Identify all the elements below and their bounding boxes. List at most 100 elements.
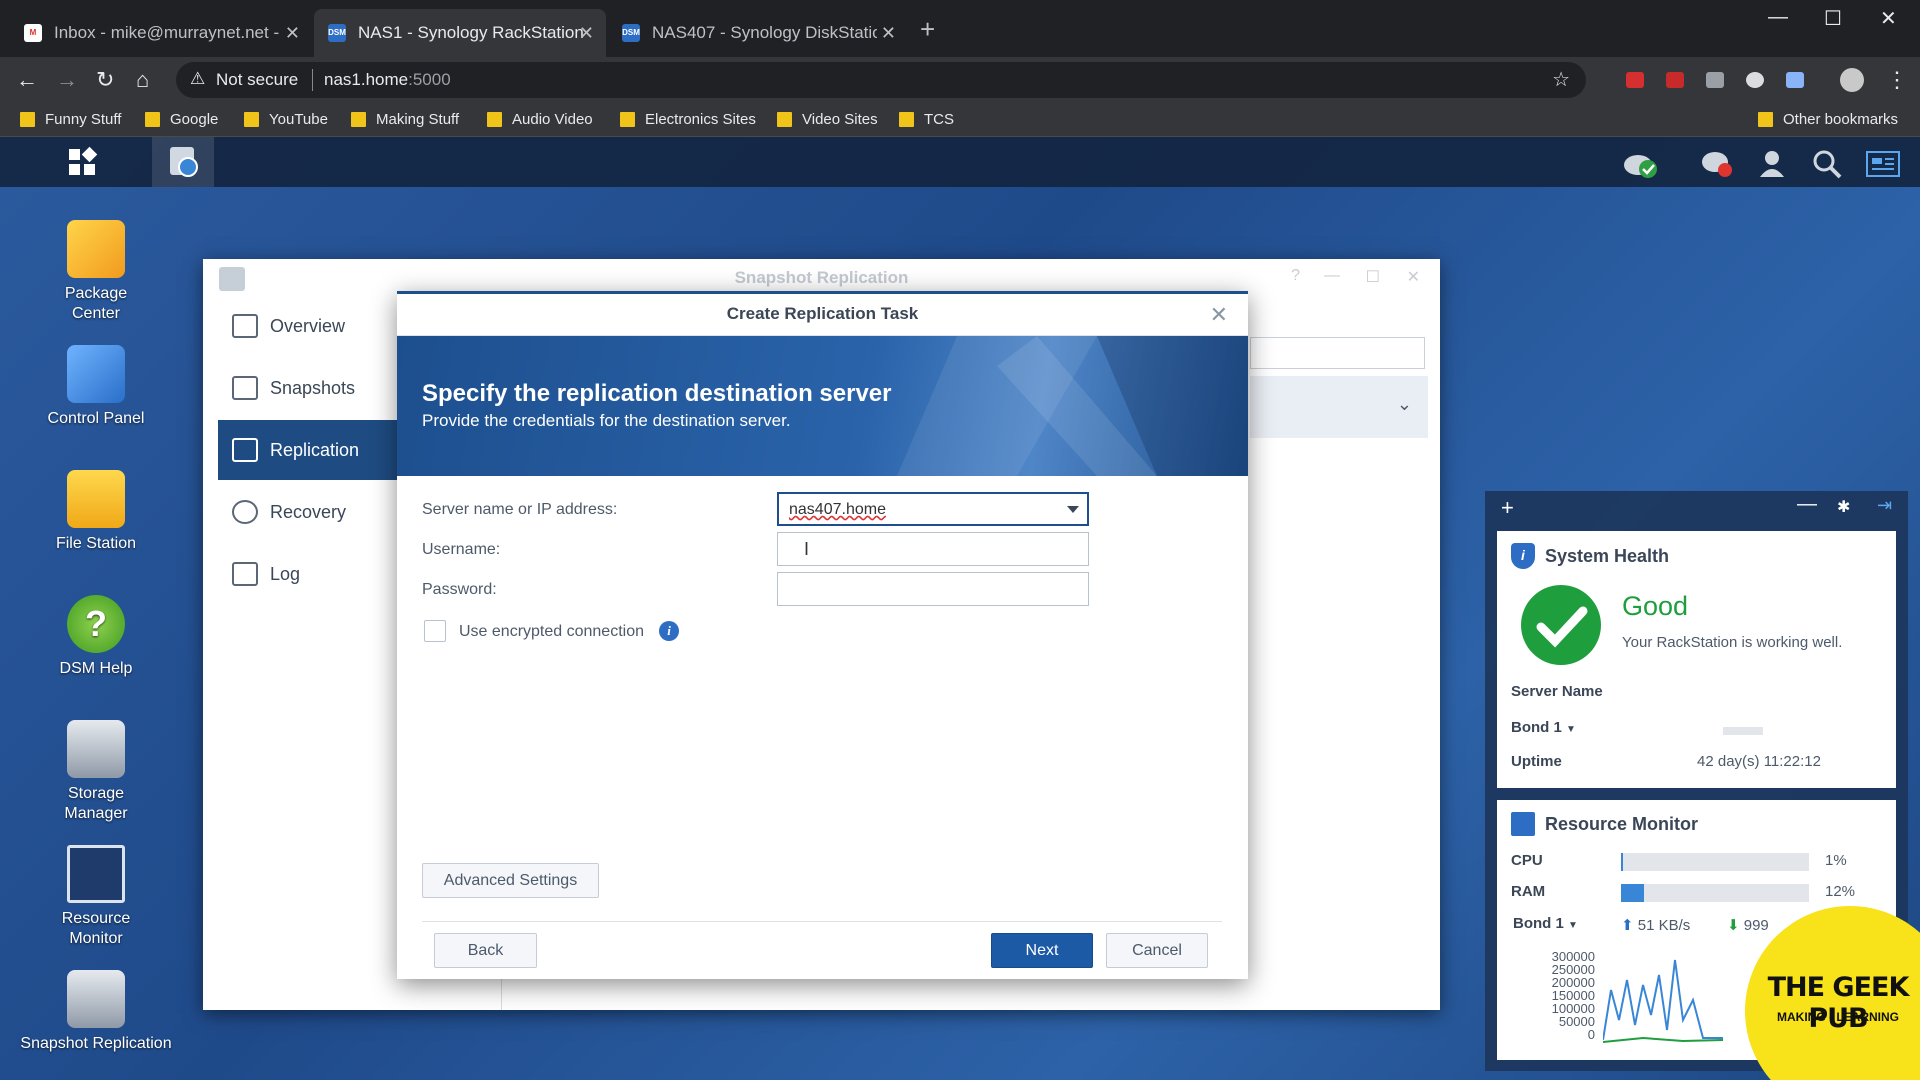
bookmark-label: Electronics Sites [645, 111, 756, 128]
next-button[interactable]: Next [991, 933, 1093, 968]
maximize-icon[interactable]: ☐ [1366, 267, 1380, 287]
url-text[interactable]: nas1.home:5000 [324, 70, 451, 90]
info-icon[interactable]: i [659, 621, 679, 641]
icon-label: Resource [61, 910, 131, 927]
close-tab-icon[interactable]: ✕ [285, 23, 300, 44]
menu-icon[interactable]: ⋮ [1886, 67, 1908, 93]
pin-icon[interactable]: ✱ [1837, 497, 1850, 517]
close-tab-icon[interactable]: ✕ [881, 23, 896, 44]
desktop-icon-resource-monitor[interactable]: Resource Monitor [8, 845, 184, 949]
profile-avatar[interactable] [1840, 68, 1864, 92]
lastpass-icon[interactable] [1666, 72, 1684, 88]
cancel-button[interactable]: Cancel [1106, 933, 1208, 968]
browser-toolbar: ← → ↻ ⌂ ⚠ Not secure nas1.home:5000 ☆ ⋮ [0, 57, 1920, 103]
server-combobox[interactable]: nas407.home [777, 492, 1089, 526]
icon-label: Snapshot Replication [20, 1035, 172, 1052]
text-cursor-icon: I [804, 539, 810, 559]
cloud-sync-icon[interactable] [1622, 149, 1660, 186]
main-menu-button[interactable] [52, 137, 114, 187]
search-icon[interactable] [1812, 149, 1842, 186]
username-input[interactable]: I [777, 532, 1089, 566]
desktop-icon-dsm-help[interactable]: ? DSM Help [8, 595, 184, 679]
taskbar-snapshot-replication[interactable] [152, 137, 214, 187]
sidebar-item-replication[interactable]: Replication [218, 420, 398, 480]
checkmark-icon [1521, 585, 1601, 665]
tab-title: NAS407 - Synology DiskStation [652, 23, 877, 42]
advanced-settings-button[interactable]: Advanced Settings [422, 863, 599, 898]
bookmark-folder[interactable]: Electronics Sites [620, 111, 756, 128]
extension-icon[interactable] [1746, 72, 1764, 88]
bookmark-star-icon[interactable]: ☆ [1552, 67, 1570, 92]
close-icon[interactable]: ✕ [1210, 302, 1228, 328]
icon-label: Monitor [69, 930, 123, 947]
dialog-title: Create Replication Task [397, 294, 1248, 336]
task-row[interactable]: ⌄ [1250, 376, 1428, 438]
collapse-icon[interactable]: ⇥ [1877, 495, 1892, 516]
desktop-icon-storage-manager[interactable]: Storage Manager [8, 720, 184, 824]
desktop-icon-snapshot-replication[interactable]: Snapshot Replication [8, 970, 184, 1054]
notifications-icon[interactable] [1700, 149, 1734, 186]
bond-dropdown[interactable]: Bond 1 ▼ [1511, 719, 1576, 736]
extension-icon[interactable] [1706, 72, 1724, 88]
extension-icon[interactable] [1786, 72, 1804, 88]
sidebar-label: Replication [270, 439, 360, 460]
encrypted-connection-label[interactable]: Use encrypted connection [459, 623, 644, 641]
sidebar-label: Overview [270, 315, 346, 336]
folder-icon [487, 112, 502, 127]
cpu-value: 1% [1825, 852, 1847, 869]
minimize-icon[interactable]: — [1324, 267, 1340, 285]
add-widget-icon[interactable]: + [1501, 495, 1514, 521]
bookmark-folder[interactable]: Google [145, 111, 218, 128]
minimize-icon[interactable]: — [1768, 6, 1788, 29]
back-icon[interactable]: ← [16, 67, 38, 93]
bookmark-folder[interactable]: Audio Video [487, 111, 593, 128]
address-bar[interactable]: ⚠ Not secure nas1.home:5000 ☆ [176, 62, 1586, 98]
close-tab-icon[interactable]: ✕ [579, 23, 594, 44]
encrypted-connection-checkbox[interactable] [424, 620, 446, 642]
reload-icon[interactable]: ↻ [96, 67, 114, 93]
bookmark-label: YouTube [269, 111, 328, 128]
bond-label: Bond 1 [1511, 719, 1562, 736]
desktop-icon-file-station[interactable]: File Station [8, 470, 184, 554]
tab-nas1[interactable]: DSM NAS1 - Synology RackStation ✕ [314, 9, 606, 57]
bookmark-folder[interactable]: Funny Stuff [20, 111, 121, 128]
new-tab-button[interactable]: + [920, 14, 935, 45]
dsm-icon: DSM [622, 24, 640, 42]
bond-dropdown[interactable]: Bond 1 ▼ [1513, 915, 1578, 932]
chevron-down-icon[interactable]: ⌄ [1397, 394, 1412, 415]
sidebar-item-snapshots[interactable]: Snapshots [218, 358, 398, 418]
server-input[interactable]: nas407.home [789, 501, 886, 518]
sidebar-item-log[interactable]: Log [218, 544, 398, 604]
caret-down-icon: ▼ [1566, 724, 1576, 735]
bookmark-folder[interactable]: TCS [899, 111, 954, 128]
back-button[interactable]: Back [434, 933, 537, 968]
window-close-icon[interactable]: ✕ [1880, 6, 1897, 31]
password-input[interactable] [777, 572, 1089, 606]
desktop-icon-package-center[interactable]: Package Center [8, 220, 184, 324]
browser-tab-bar: M Inbox - mike@murraynet.net - M ✕ DSM N… [0, 0, 1920, 57]
forward-icon[interactable]: → [56, 67, 78, 93]
minimize-icon[interactable]: — [1797, 493, 1817, 516]
tab-nas407[interactable]: DSM NAS407 - Synology DiskStation ✕ [608, 9, 908, 57]
security-status[interactable]: Not secure [216, 70, 298, 90]
maximize-icon[interactable]: ☐ [1824, 6, 1842, 31]
bookmark-folder[interactable]: Video Sites [777, 111, 878, 128]
dropdown-arrow-icon[interactable] [1067, 506, 1079, 513]
desktop-icon-control-panel[interactable]: Control Panel [8, 345, 184, 429]
tab-gmail[interactable]: M Inbox - mike@murraynet.net - M ✕ [10, 9, 312, 57]
bookmark-folder[interactable]: YouTube [244, 111, 328, 128]
help-icon[interactable]: ? [1291, 267, 1300, 285]
bookmark-folder[interactable]: Making Stuff [351, 111, 459, 128]
other-bookmarks[interactable]: Other bookmarks [1758, 111, 1898, 128]
bookmark-label: Funny Stuff [45, 111, 122, 128]
close-icon[interactable]: ✕ [1407, 267, 1420, 287]
user-icon[interactable] [1758, 149, 1786, 186]
search-field[interactable] [1250, 337, 1425, 369]
home-icon[interactable]: ⌂ [136, 67, 149, 93]
sidebar-item-recovery[interactable]: Recovery [218, 482, 398, 542]
bookmark-label: TCS [924, 111, 954, 128]
widgets-icon[interactable] [1866, 149, 1900, 186]
adblock-icon[interactable] [1626, 72, 1644, 88]
sidebar-item-overview[interactable]: Overview [218, 296, 398, 356]
folder-icon [899, 112, 914, 127]
